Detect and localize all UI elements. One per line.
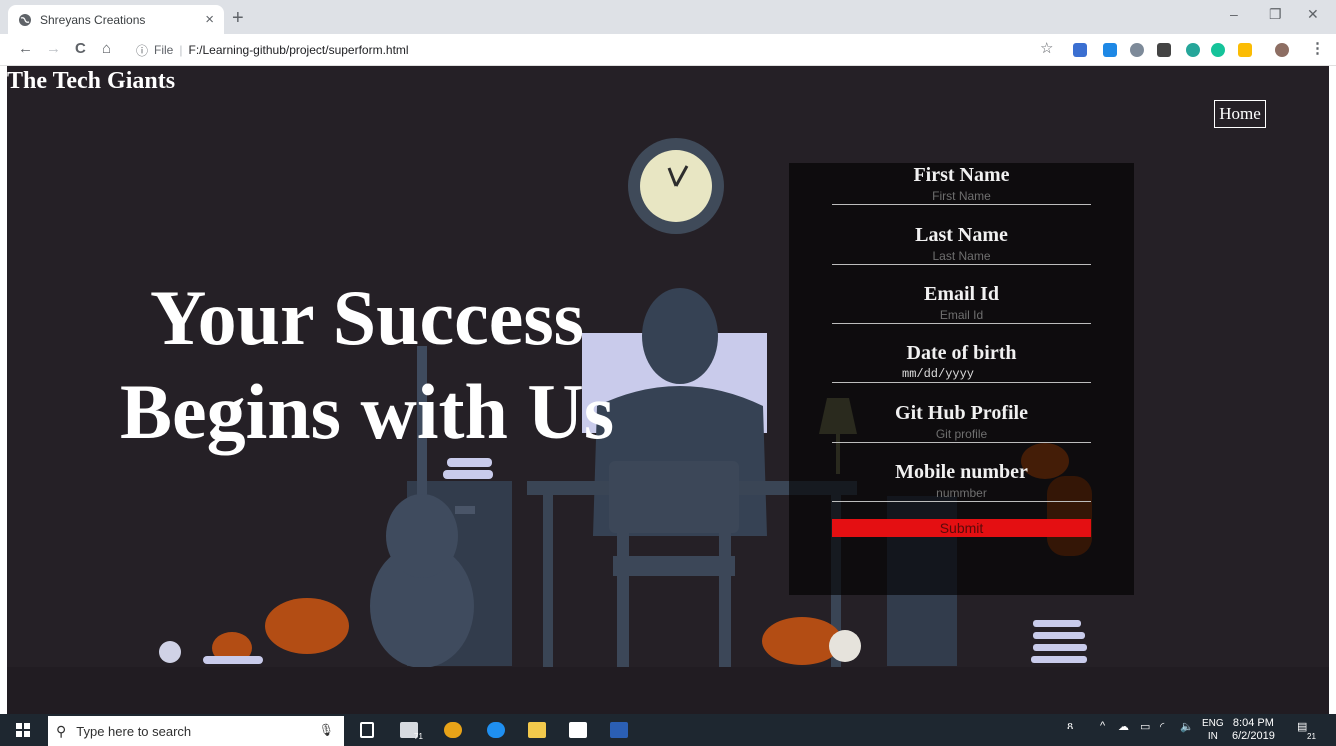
address-scheme: File [154,43,174,57]
browser-menu-icon[interactable]: ⋮ [1310,40,1325,58]
windows-start-icon[interactable] [16,723,30,737]
hero-line-2: Begins with Us [119,368,615,455]
wall-clock-icon [628,138,724,234]
dog-middle [762,617,861,665]
google-drive-icon[interactable] [1238,43,1252,57]
forward-button[interactable]: → [46,40,61,58]
task-view-icon[interactable] [360,722,374,738]
clock-time: 8:04 PM [1232,717,1274,729]
minimize-button[interactable]: – [1230,6,1238,22]
github-field: Git Hub Profile [832,401,1091,443]
mobile-label: Mobile number [895,461,1028,483]
last-name-input[interactable] [832,247,1091,265]
dog-left [159,598,349,664]
language-top: ENG [1202,718,1224,729]
last-name-field: Last Name [832,223,1091,265]
github-input[interactable] [832,425,1091,443]
tab-close-icon[interactable]: × [205,11,214,28]
page-viewport: The Tech Giants Home Your Success Begins… [0,66,1336,714]
window-close-button[interactable]: ✕ [1307,6,1319,23]
battery-icon[interactable]: ▭ [1140,720,1150,733]
first-name-label: First Name [913,164,1010,186]
github-label: Git Hub Profile [895,402,1028,424]
browser-tab[interactable]: Shreyans Creations × [8,5,224,34]
submit-button[interactable]: Submit [832,519,1091,537]
browser-tab-strip: Shreyans Creations × + – ❐ ✕ [0,0,1336,34]
volume-icon[interactable]: 🔈 [1180,720,1194,733]
tab-title: Shreyans Creations [40,12,146,27]
mail-badge: 71 [414,732,423,741]
edge-icon[interactable] [487,722,505,738]
info-icon[interactable]: ⓘ [136,42,148,59]
grammarly-icon[interactable] [1211,43,1225,57]
language-indicator[interactable]: ENG IN [1202,717,1224,743]
back-button[interactable]: ← [18,40,33,58]
onedrive-icon[interactable]: ☁ [1118,720,1129,733]
language-bottom: IN [1207,731,1218,742]
notification-count: 21 [1307,732,1316,741]
hero-heading: Your Success Begins with Us [47,271,687,459]
browser-toolbar: ← → C ⌂ ⓘ File | F:/Learning-github/proj… [0,34,1336,66]
address-bar[interactable]: ⓘ File | F:/Learning-github/project/supe… [136,38,1056,62]
signup-form: First Name Last Name Email Id Date of bi… [789,163,1134,595]
mobile-field: Mobile number [832,460,1091,502]
profile-avatar[interactable] [1275,43,1289,57]
store-icon[interactable] [569,722,587,738]
taskbar-clock[interactable]: 8:04 PM 6/2/2019 [1232,717,1275,743]
microphone-icon[interactable]: 🎙 [319,723,334,737]
reload-button[interactable]: C [75,40,86,58]
new-tab-button[interactable]: + [232,8,244,28]
wifi-icon[interactable]: ◜ [1160,720,1164,733]
dob-input[interactable] [832,365,1091,383]
first-name-field: First Name [832,163,1091,205]
email-input[interactable] [832,306,1091,324]
extension-icon[interactable] [1103,43,1117,57]
page-background: The Tech Giants Home Your Success Begins… [7,66,1329,714]
globe-icon [19,13,31,26]
chevron-up-icon[interactable]: ^ [1100,720,1105,732]
email-label: Email Id [923,283,1000,305]
extension-icon[interactable] [1186,43,1200,57]
file-explorer-icon[interactable] [528,722,546,738]
word-icon[interactable] [610,722,628,738]
taskbar-search-placeholder: Type here to search [76,723,192,739]
email-field: Email Id [832,282,1091,324]
notification-icon[interactable]: ▤ [1297,720,1307,733]
restore-button[interactable]: ❐ [1269,6,1282,23]
dob-field: Date of birth [832,341,1091,383]
hero-line-1: Your Success [149,274,585,361]
taskbar-search[interactable]: ⚲ Type here to search 🎙 [48,716,344,746]
first-name-input[interactable] [832,187,1091,205]
clock-date: 6/2/2019 [1232,730,1275,742]
people-icon[interactable]: ጸ [1067,720,1073,733]
mobile-input[interactable] [832,484,1091,502]
extension-icon[interactable] [1073,43,1087,57]
shield-extension-icon[interactable] [1130,43,1144,57]
search-icon: ⚲ [56,722,67,739]
qr-code-extension-icon[interactable] [1157,43,1171,57]
windows-taskbar: ⚲ Type here to search 🎙 71 ጸ ^ ☁ ▭ ◜ 🔈 E… [0,714,1336,746]
books-left [443,458,493,479]
address-separator: | [179,43,183,57]
bookmark-star-icon[interactable]: ☆ [1040,40,1053,58]
books-right [1031,620,1087,663]
last-name-label: Last Name [915,224,1008,246]
chair [609,461,739,667]
home-page-button[interactable]: ⌂ [102,40,111,58]
address-url: F:/Learning-github/project/superform.htm… [188,43,409,57]
chrome-icon[interactable] [444,722,462,738]
dob-label: Date of birth [906,342,1017,364]
